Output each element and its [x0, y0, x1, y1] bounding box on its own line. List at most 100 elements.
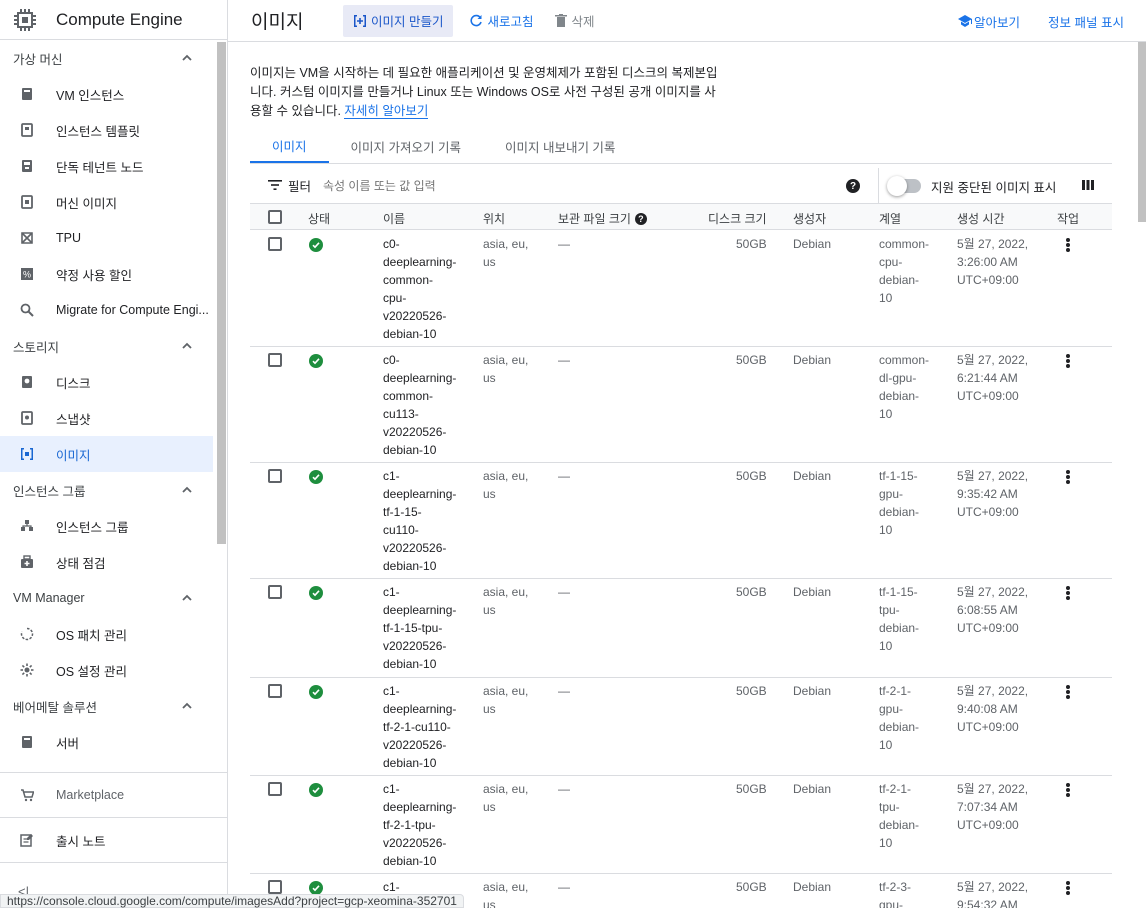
cell-line: tf-2-1-tpu-: [383, 818, 436, 832]
image-name-link[interactable]: c1- deeplearning-tf-1-15- cu110- v20220526-…: [383, 467, 463, 575]
image-name-link[interactable]: c1- deeplearning-tf-2-1-tpu-v20220526- deb…: [383, 780, 463, 870]
disk-size-cell: 50GB: [736, 585, 767, 599]
header-disk-size[interactable]: 디스크 크기: [708, 210, 767, 227]
server-icon: [20, 735, 34, 749]
sidebar-item[interactable]: 머신 이미지: [0, 184, 213, 220]
cell-line: v20220526-: [383, 425, 447, 439]
cell-line: asia, eu,: [483, 782, 529, 796]
cell-line: debian-: [879, 720, 920, 734]
sidebar-item[interactable]: 이미지: [0, 436, 213, 472]
tab-images[interactable]: 이미지: [250, 130, 329, 163]
sidebar-item[interactable]: OS 패치 관리: [0, 616, 213, 652]
row-checkbox[interactable]: [268, 469, 282, 483]
sidebar-item[interactable]: 스냅샷: [0, 400, 213, 436]
help-icon[interactable]: ?: [634, 212, 647, 225]
status-ok-icon: [309, 685, 323, 699]
column-display-icon[interactable]: [1082, 179, 1096, 193]
delete-button[interactable]: 삭제: [544, 5, 605, 37]
chevron-up-icon[interactable]: [181, 700, 193, 712]
more-vert-icon[interactable]: [1060, 237, 1076, 253]
table-row[interactable]: c1- deeplearning-tf-1-15- cu110- v20220526-…: [250, 463, 1112, 579]
sidebar-scrollbar[interactable]: [217, 42, 226, 544]
table-row[interactable]: c1- deeplearning-tf-1-15-tpu-v20220526- de…: [250, 579, 1112, 678]
filter-input[interactable]: [323, 178, 624, 193]
header-name[interactable]: 이름: [383, 210, 405, 227]
deprecated-toggle[interactable]: [887, 176, 921, 196]
chevron-up-icon[interactable]: [181, 592, 193, 604]
svg-text:%: %: [23, 270, 31, 280]
sidebar-section-header[interactable]: 스토리지: [0, 328, 227, 364]
learn-more-link[interactable]: 자세히 알아보기: [344, 104, 429, 119]
main-content: 이미지는 VM을 시작하는 데 필요한 애플리케이션 및 운영체제가 포함된 디…: [228, 42, 1134, 908]
template-icon: [20, 123, 34, 137]
header-creator[interactable]: 생성자: [793, 210, 826, 227]
main-scrollbar[interactable]: [1138, 42, 1146, 222]
row-checkbox[interactable]: [268, 353, 282, 367]
row-checkbox[interactable]: [268, 585, 282, 599]
image-name-link[interactable]: c0- deeplearning-common-cu113- v20220526- d…: [383, 351, 463, 459]
more-vert-icon[interactable]: [1060, 880, 1076, 896]
tab-bar: 이미지 이미지 가져오기 기록 이미지 내보내기 기록: [250, 130, 1112, 164]
sidebar-item[interactable]: VM 인스턴스: [0, 76, 213, 112]
sidebar-item[interactable]: % 약정 사용 할인: [0, 256, 213, 292]
chevron-up-icon[interactable]: [181, 52, 193, 64]
more-vert-icon[interactable]: [1060, 684, 1076, 700]
creator-cell: Debian: [793, 684, 832, 698]
header-location[interactable]: 위치: [483, 210, 505, 227]
deprecated-toggle-label: 지원 중단된 이미지 표시: [931, 180, 1057, 195]
tab-import-history[interactable]: 이미지 가져오기 기록: [329, 130, 483, 163]
refresh-button[interactable]: 새로고침: [459, 5, 543, 37]
school-icon: [958, 15, 973, 27]
sidebar-item[interactable]: 인스턴스 템플릿: [0, 112, 213, 148]
create-image-button[interactable]: 이미지 만들기: [343, 4, 454, 37]
table-row[interactable]: c1- deeplearning-tf-2-1-cu110- v20220526- d…: [250, 678, 1112, 776]
sidebar-section-header[interactable]: VM Manager: [0, 580, 227, 616]
chevron-up-icon[interactable]: [181, 484, 193, 496]
disk-icon: [20, 375, 34, 389]
more-vert-icon[interactable]: [1060, 353, 1076, 369]
sidebar-item[interactable]: 인스턴스 그룹: [0, 508, 213, 544]
header-family[interactable]: 계열: [879, 210, 901, 227]
sidebar-item[interactable]: 디스크: [0, 364, 213, 400]
info-panel-button[interactable]: 정보 패널 표시: [1048, 12, 1124, 31]
more-vert-icon[interactable]: [1060, 585, 1076, 601]
sidebar-item[interactable]: 상태 점검: [0, 544, 213, 580]
sidebar-item[interactable]: 단독 테넌트 노드: [0, 148, 213, 184]
location-cell: asia, eu, us: [483, 780, 528, 816]
image-name-link[interactable]: c0- deeplearning-common-cpu-v20220526- deb…: [383, 235, 463, 343]
table-row[interactable]: c0- deeplearning-common-cu113- v20220526- d…: [250, 347, 1112, 463]
header-created[interactable]: 생성 시간: [957, 210, 1005, 227]
table-row[interactable]: c1- deeplearning-tf-2-1-tpu-v20220526- deb…: [250, 776, 1112, 874]
sidebar-section-header[interactable]: 인스턴스 그룹: [0, 472, 227, 508]
row-checkbox[interactable]: [268, 684, 282, 698]
row-checkbox[interactable]: [268, 782, 282, 796]
more-vert-icon[interactable]: [1060, 469, 1076, 485]
image-name-link[interactable]: c1- deeplearning-tf-1-15-tpu-v20220526- de…: [383, 583, 463, 673]
cell-line: 10: [879, 407, 893, 421]
sidebar-item[interactable]: Migrate for Compute Engi...: [0, 292, 213, 328]
chevron-up-icon[interactable]: [181, 340, 193, 352]
sidebar-item-release-notes[interactable]: 출시 노트: [0, 818, 213, 862]
sidebar-item-label: VM 인스턴스: [56, 88, 125, 103]
header-archive-size[interactable]: 보관 파일 크기 ?: [558, 210, 647, 227]
sidebar-section-header[interactable]: 베어메탈 솔루션: [0, 688, 227, 724]
sidebar-item[interactable]: 서버: [0, 724, 213, 760]
sidebar-item[interactable]: TPU: [0, 220, 213, 256]
tab-export-history[interactable]: 이미지 내보내기 기록: [483, 130, 637, 163]
table-row[interactable]: c0- deeplearning-common-cpu-v20220526- deb…: [250, 231, 1112, 347]
help-icon[interactable]: ?: [846, 179, 860, 193]
header-status[interactable]: 상태: [308, 210, 330, 227]
sidebar-item-label: 단독 테넌트 노드: [56, 160, 144, 175]
sidebar-section-header[interactable]: 가상 머신: [0, 40, 227, 76]
cell-line: 9:54:32 AM: [957, 898, 1018, 908]
cell-line: 6:08:55 AM: [957, 603, 1018, 617]
more-vert-icon[interactable]: [1060, 782, 1076, 798]
row-checkbox[interactable]: [268, 880, 282, 894]
sidebar-item-marketplace[interactable]: Marketplace: [0, 773, 213, 817]
learn-button[interactable]: 알아보기: [958, 12, 1020, 31]
image-name-link[interactable]: c1- deeplearning-tf-2-1-cu110- v20220526- d…: [383, 682, 463, 772]
select-all-checkbox[interactable]: [268, 210, 282, 224]
row-checkbox[interactable]: [268, 237, 282, 251]
filter-icon: [268, 179, 282, 193]
sidebar-item[interactable]: OS 설정 관리: [0, 652, 213, 688]
